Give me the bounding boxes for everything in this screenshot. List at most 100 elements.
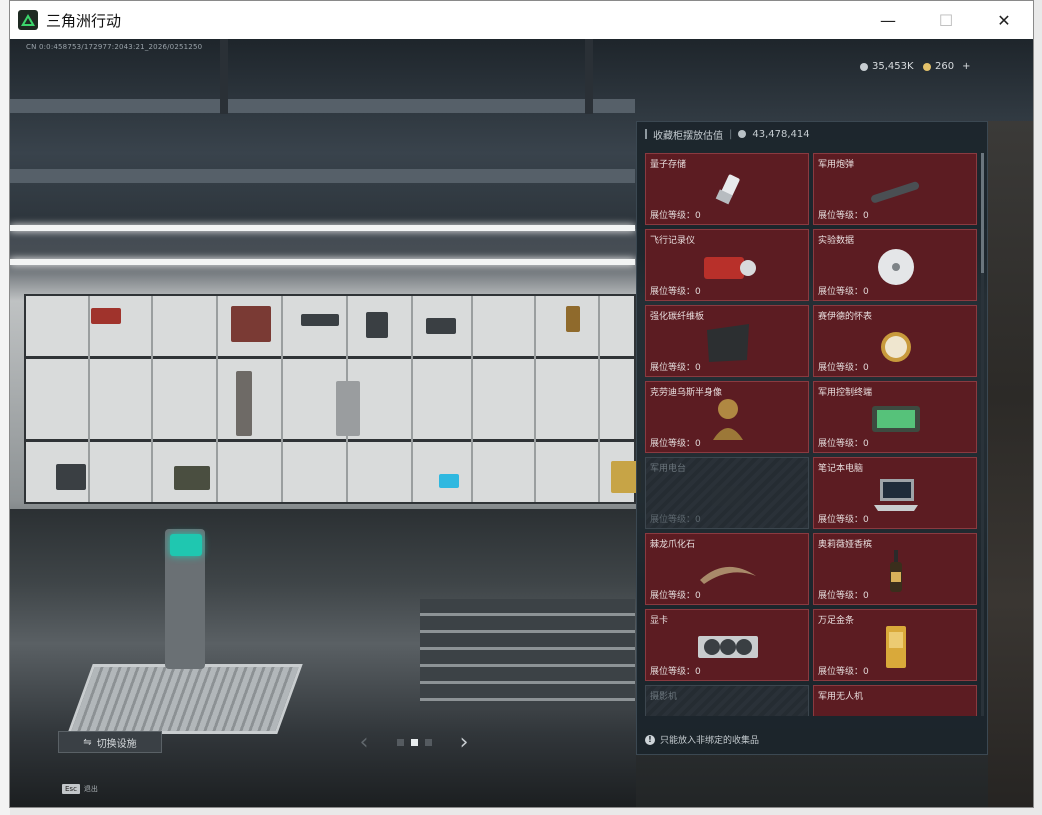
displayed-item-icon [336, 381, 360, 436]
currency-b: 260 + [923, 61, 970, 72]
collection-item-card[interactable]: 飞行记录仪展位等级：0 [645, 229, 809, 301]
collection-item-card[interactable]: 军用电台 展位等级：0 [645, 457, 809, 529]
item-level-value: 0 [863, 363, 869, 373]
displayed-item-icon [366, 312, 388, 338]
pocket-watch-icon [864, 322, 928, 364]
ceiling-beam [10, 99, 635, 113]
add-currency-button[interactable]: + [962, 61, 970, 72]
item-level: 展位等级：0 [650, 436, 701, 449]
delta-force-logo-icon [18, 10, 38, 30]
light-strip [10, 259, 635, 265]
displayed-item-icon [439, 474, 459, 488]
collection-item-card[interactable]: 奥莉薇娅香槟 展位等级：0 [813, 533, 977, 605]
collection-item-card[interactable]: 笔记本电脑 展位等级：0 [813, 457, 977, 529]
item-level-value: 0 [695, 667, 701, 677]
background-scene-right [988, 121, 1033, 807]
item-level: 展位等级：0 [650, 588, 701, 601]
switch-facility-button[interactable]: ⇋ 切换设施 [58, 731, 162, 753]
terminal-screen [170, 534, 202, 556]
page-dot[interactable] [396, 738, 404, 746]
close-button[interactable]: ✕ [975, 1, 1033, 39]
carbon-plate-icon [696, 322, 760, 364]
laptop-icon [864, 474, 928, 516]
collection-panel: 收藏柜摆放估值 | 43,478,414 量子存储 展位等级：0 军用炮弹 展位等级：… [636, 121, 988, 755]
item-level: 展位等级：0 [818, 360, 869, 373]
item-level-value: 0 [863, 515, 869, 525]
footer-note: 只能放入非绑定的收集品 [660, 736, 760, 746]
collection-item-card[interactable]: 军用控制终端 展位等级：0 [813, 381, 977, 453]
currency-b-value: 260 [935, 61, 955, 72]
item-level-value: 0 [695, 439, 701, 449]
item-level-label: 展位等级： [818, 515, 864, 525]
champagne-icon [864, 550, 928, 592]
game-window: 三角洲行动 — ☐ ✕ CN 0:0:458753/172977:2043:21… [9, 0, 1034, 808]
item-level-value: 0 [863, 667, 869, 677]
item-name: 棘龙爪化石 [650, 540, 696, 550]
displayed-item-icon [301, 314, 339, 326]
item-name: 军用电台 [650, 464, 687, 474]
radio-icon [696, 474, 760, 516]
collection-item-card[interactable]: 赛伊德的怀表 展位等级：0 [813, 305, 977, 377]
item-name: 赛伊德的怀表 [818, 312, 873, 322]
control-terminal-icon [864, 398, 928, 440]
session-id-text: CN 0:0:458753/172977:2043:21_2026/025125… [26, 43, 203, 51]
prev-page-button[interactable]: ‹ [355, 730, 373, 755]
exit-hint[interactable]: Esc 退出 [62, 784, 98, 794]
exit-label: 退出 [83, 785, 98, 793]
window-controls: — ☐ ✕ [859, 1, 1033, 39]
item-name: 军用无人机 [818, 692, 864, 702]
minimize-button[interactable]: — [859, 1, 917, 39]
item-level-value: 0 [695, 211, 701, 221]
collection-item-card[interactable]: 万足金条展位等级：0 [813, 609, 977, 681]
disc-icon [864, 246, 928, 288]
item-level-value: 0 [863, 591, 869, 601]
item-level: 展位等级：0 [650, 208, 701, 221]
collection-item-card[interactable]: 实验数据 展位等级：0 [813, 229, 977, 301]
item-level-label: 展位等级： [818, 439, 864, 449]
collection-item-card[interactable]: 军用炮弹 展位等级：0 [813, 153, 977, 225]
item-level-label: 展位等级： [650, 439, 696, 449]
item-level-label: 展位等级： [818, 667, 864, 677]
maximize-button[interactable]: ☐ [917, 1, 975, 39]
collection-item-card[interactable]: 摄影机 [645, 685, 809, 716]
gpu-icon [696, 626, 760, 668]
swap-icon: ⇋ [83, 736, 92, 748]
ceiling-beam [10, 169, 635, 183]
page-navigator: ‹ › [355, 729, 473, 755]
scrollbar[interactable] [981, 153, 984, 716]
currency-a-value: 35,453K [872, 61, 914, 72]
collection-item-card[interactable]: 棘龙爪化石展位等级：0 [645, 533, 809, 605]
item-level: 展位等级：0 [650, 284, 701, 297]
displayed-item-icon [91, 308, 121, 324]
shelf-divider [26, 439, 634, 442]
usb-drive-icon [696, 170, 760, 212]
light-strip [10, 225, 635, 231]
item-level-label: 展位等级： [650, 515, 696, 525]
collection-item-card[interactable]: 军用无人机 [813, 685, 977, 716]
page-dot-active[interactable] [410, 738, 418, 746]
item-level-value: 0 [863, 211, 869, 221]
item-name: 万足金条 [818, 616, 855, 626]
item-name: 实验数据 [818, 236, 855, 246]
title-bar: 三角洲行动 — ☐ ✕ [10, 1, 1033, 39]
collection-item-card[interactable]: 克劳迪乌斯半身像 展位等级：0 [645, 381, 809, 453]
item-level-value: 0 [695, 287, 701, 297]
panel-footer: ! 只能放入非绑定的收集品 [645, 733, 759, 746]
displayed-item-icon [174, 466, 210, 490]
window-title: 三角洲行动 [46, 11, 122, 30]
collection-item-card[interactable]: 强化碳纤维板 展位等级：0 [645, 305, 809, 377]
item-name: 奥莉薇娅香槟 [818, 540, 873, 550]
gold-bar-icon [864, 626, 928, 668]
item-level-label: 展位等级： [650, 667, 696, 677]
displayed-item-icon [426, 318, 456, 334]
item-level: 展位等级：0 [650, 664, 701, 677]
item-name: 飞行记录仪 [650, 236, 696, 246]
scroll-thumb[interactable] [981, 153, 984, 273]
collection-item-card[interactable]: 显卡 展位等级：0 [645, 609, 809, 681]
displayed-item-icon [56, 464, 86, 490]
silver-coin-icon [860, 62, 868, 71]
page-dot[interactable] [424, 738, 432, 746]
item-level-label: 展位等级： [650, 363, 696, 373]
collection-item-card[interactable]: 量子存储 展位等级：0 [645, 153, 809, 225]
next-page-button[interactable]: › [455, 730, 473, 755]
